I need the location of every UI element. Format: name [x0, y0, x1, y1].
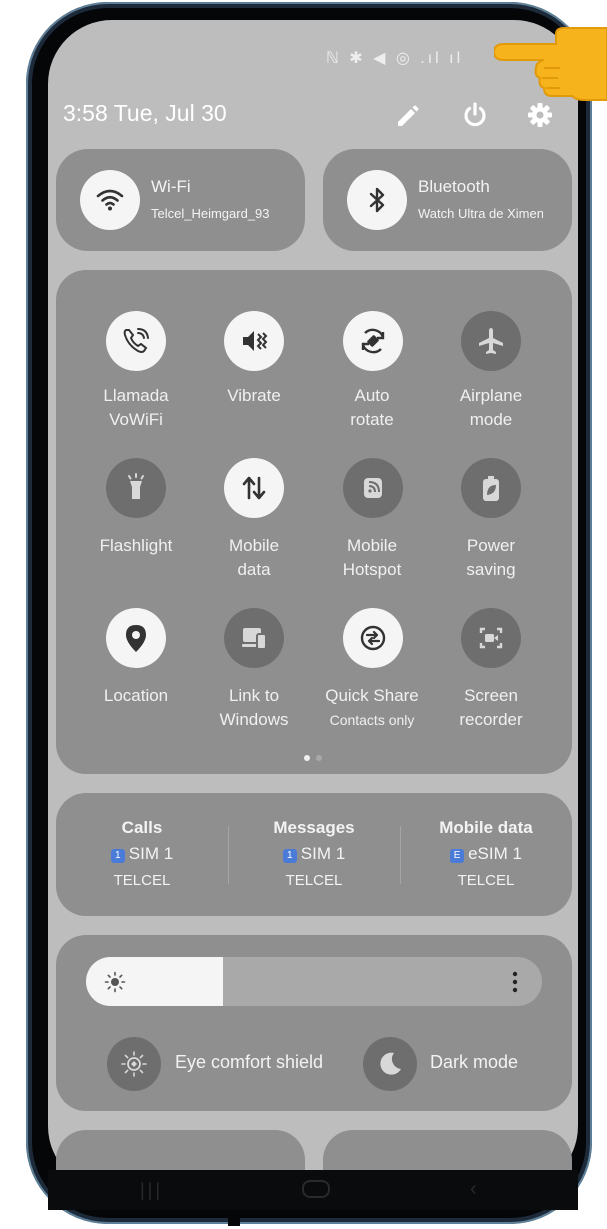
vibrate-speaker-icon	[243, 331, 268, 351]
back-icon[interactable]: ‹	[470, 1178, 477, 1201]
brightness-more-options-icon[interactable]	[505, 967, 525, 997]
bluetooth-panel[interactable]: Bluetooth Watch Ultra de Ximena	[323, 149, 572, 251]
bluetooth-title: Bluetooth	[418, 177, 490, 196]
sim-calls-title: Calls	[121, 818, 163, 837]
tile-vibrate-label: Vibrate	[227, 386, 281, 405]
clock-date[interactable]: 3:58 Tue, Jul 30	[63, 100, 227, 127]
tile-flashlight-label: Flashlight	[99, 536, 173, 555]
tile-airplane-button[interactable]	[461, 311, 521, 371]
page-indicator-inactive[interactable]	[316, 755, 322, 761]
flashlight-icon	[128, 473, 144, 499]
sim-calls-carrier: TELCEL	[113, 872, 171, 889]
tile-hotspot-button[interactable]	[343, 458, 403, 518]
eye-comfort-icon	[121, 1051, 147, 1077]
battery-leaf-icon	[483, 476, 499, 501]
tile-mobile-data-label: Mobile data	[228, 536, 280, 579]
sim-badge-icon: 1	[110, 849, 125, 863]
tile-vibrate-button[interactable]	[224, 311, 284, 371]
brightness-slider[interactable]	[86, 957, 542, 1006]
wifi-title: Wi-Fi	[151, 177, 191, 196]
tile-hotspot-label: Mobile Hotspot	[342, 536, 402, 579]
moon-icon	[380, 1052, 401, 1075]
sim-badge-icon: 1	[282, 849, 297, 863]
wifi-toggle[interactable]	[80, 170, 140, 230]
sim-mobile-data-carrier: TELCEL	[457, 872, 515, 889]
tile-auto-rotate-label: Auto rotate	[350, 386, 394, 429]
sim-mobile-data-column[interactable]: Mobile data EeSIM 1 TELCEL	[401, 815, 571, 895]
eye-comfort-toggle[interactable]	[107, 1037, 161, 1091]
power-icon[interactable]	[460, 100, 490, 130]
brightness-sun-icon	[104, 971, 126, 993]
sim-messages-title: Messages	[273, 818, 355, 837]
tile-power-saving-button[interactable]	[461, 458, 521, 518]
link-to-windows-icon	[242, 628, 267, 650]
tile-screen-recorder-label: Screen recorder	[459, 686, 523, 729]
tile-mobile-data-button[interactable]	[224, 458, 284, 518]
home-icon[interactable]	[302, 1180, 330, 1198]
dark-mode-toggle[interactable]	[363, 1037, 417, 1091]
bluetooth-device-name: Watch Ultra de Ximena	[418, 206, 543, 221]
sim-messages-sim: SIM 1	[300, 844, 346, 863]
hotspot-icon	[364, 478, 382, 498]
tile-quick-share-label: Quick Share Contacts only	[325, 686, 419, 728]
wifi-icon	[96, 189, 124, 211]
esim-badge-icon: E	[450, 849, 465, 863]
eye-comfort-label[interactable]: Eye comfort shield	[175, 1052, 323, 1073]
tile-vowifi-label: Llamada VoWiFi	[103, 386, 169, 429]
quick-share-icon	[360, 625, 386, 651]
tile-location-button[interactable]	[106, 608, 166, 668]
airplane-icon	[479, 328, 503, 354]
sim-messages-carrier: TELCEL	[285, 872, 343, 889]
mobile-data-arrows-icon	[242, 476, 266, 500]
tile-flashlight-button[interactable]	[106, 458, 166, 518]
wifi-network-name: Telcel_Heimgard_93	[151, 206, 270, 221]
sim-calls-sim: SIM 1	[128, 844, 174, 863]
tile-airplane-label: Airplane mode	[459, 386, 523, 429]
tile-location-label: Location	[103, 686, 169, 705]
sim-calls-column[interactable]: Calls 1 SIM 1 TELCEL	[57, 815, 227, 895]
sim-mobile-data-sim: eSIM 1	[468, 844, 522, 863]
tile-vowifi-button[interactable]	[106, 311, 166, 371]
wifi-calling-icon	[123, 328, 149, 353]
bluetooth-toggle[interactable]	[347, 170, 407, 230]
recent-apps-icon[interactable]: |||	[140, 1180, 163, 1201]
wifi-panel[interactable]: Wi-Fi Telcel_Heimgard_93	[56, 149, 305, 251]
pointing-hand-icon	[492, 24, 607, 104]
status-bar-icons: ℕ ✱ ◀ ◎ .ıl ıl	[326, 50, 464, 67]
edit-pencil-icon[interactable]	[392, 100, 422, 130]
page-indicator-active[interactable]	[304, 755, 310, 761]
tile-screen-recorder-button[interactable]	[461, 608, 521, 668]
sim-mobile-data-title: Mobile data	[439, 818, 533, 837]
auto-rotate-icon	[361, 328, 385, 354]
tile-power-saving-label: Power saving	[466, 536, 516, 579]
tile-link-windows-button[interactable]	[224, 608, 284, 668]
settings-gear-icon[interactable]	[525, 100, 555, 130]
screen-recorder-icon	[479, 627, 503, 649]
location-pin-icon	[126, 625, 146, 652]
sim-messages-column[interactable]: Messages 1 SIM 1 TELCEL	[229, 815, 399, 895]
bluetooth-icon	[369, 187, 385, 213]
tile-auto-rotate-button[interactable]	[343, 311, 403, 371]
charging-port	[228, 1216, 240, 1226]
tile-link-windows-label: Link to Windows	[219, 686, 289, 729]
tile-quick-share-button[interactable]	[343, 608, 403, 668]
dark-mode-label[interactable]: Dark mode	[430, 1052, 518, 1073]
